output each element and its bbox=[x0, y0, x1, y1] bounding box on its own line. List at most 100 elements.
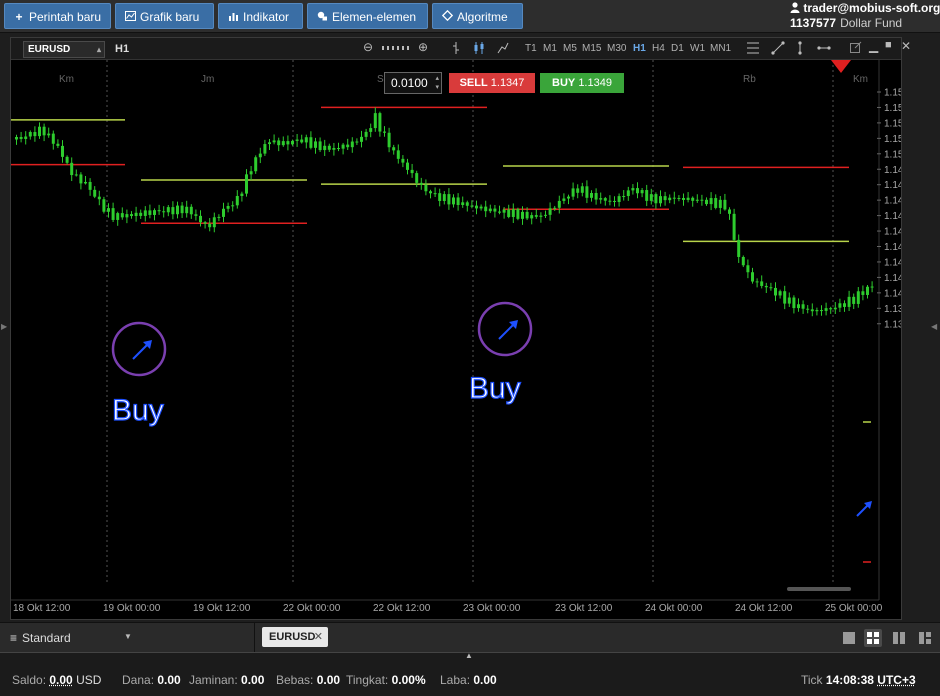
price-tick-label: 1.1536 bbox=[884, 103, 901, 114]
candle-body bbox=[42, 126, 46, 136]
candle-body bbox=[396, 150, 400, 159]
candle-body bbox=[24, 136, 28, 139]
lot-spinner-icon[interactable]: ▴ ▾ bbox=[435, 74, 439, 92]
price-tick-label: 1.1447 bbox=[884, 227, 901, 238]
tf-h1[interactable]: H1 bbox=[633, 43, 646, 54]
workspace-selector[interactable]: Standard bbox=[22, 631, 71, 645]
layout-columns-icon[interactable] bbox=[890, 629, 908, 647]
account-info[interactable]: trader@mobius-soft.org 1137577 Dollar Fun… bbox=[790, 1, 940, 32]
algorithm-button[interactable]: Algoritme bbox=[432, 3, 523, 29]
layout-single-icon[interactable] bbox=[840, 629, 858, 647]
candle-body bbox=[548, 208, 552, 215]
server-time: 14:08:38 bbox=[825, 673, 874, 687]
day-label: S bbox=[377, 74, 384, 85]
candle-body bbox=[309, 137, 313, 148]
account-user: trader@mobius-soft.org bbox=[803, 1, 940, 15]
tf-m15[interactable]: M15 bbox=[582, 43, 601, 54]
chart-window: EURUSD ▴▾ H1 ⊖ ⊕ T1 M1 M5 M15 M30 H1 bbox=[10, 37, 915, 620]
new-order-button[interactable]: + Perintah baru bbox=[4, 3, 111, 29]
candle-body bbox=[442, 194, 446, 202]
tf-m5[interactable]: M5 bbox=[563, 43, 577, 54]
candle-body bbox=[484, 206, 488, 212]
candle-body bbox=[212, 217, 216, 228]
elements-button[interactable]: Elemen-elemen bbox=[307, 3, 428, 29]
price-tick-label: 1.1470 bbox=[884, 196, 901, 207]
chevron-down-icon[interactable]: ▼ bbox=[124, 632, 132, 641]
candle-body bbox=[810, 309, 814, 312]
candle-body bbox=[410, 169, 414, 174]
fibonacci-icon[interactable] bbox=[746, 41, 760, 58]
horizontal-line-icon[interactable] bbox=[817, 41, 831, 58]
sell-button[interactable]: SELL 1.1347 bbox=[449, 73, 535, 93]
close-icon[interactable]: ✕ bbox=[901, 39, 911, 53]
timezone[interactable]: UTC+3 bbox=[877, 673, 915, 687]
candle-body bbox=[728, 209, 731, 214]
trendline-icon[interactable] bbox=[771, 41, 785, 58]
maximize-icon[interactable]: ■ bbox=[885, 39, 892, 51]
minimize-icon[interactable]: ▁ bbox=[869, 39, 878, 53]
candle-body bbox=[571, 188, 575, 197]
price-tick-label: 1.1425 bbox=[884, 257, 901, 268]
lot-size-value: 0.0100 bbox=[391, 76, 428, 90]
lot-size-input[interactable]: 0.0100 ▴ ▾ bbox=[384, 72, 442, 94]
status-jaminan: Jaminan: 0.00 bbox=[189, 673, 264, 687]
left-panel-toggle-icon[interactable]: ▶ bbox=[1, 322, 7, 331]
candle-body bbox=[364, 131, 368, 137]
diamond-icon bbox=[441, 4, 453, 30]
tf-h4[interactable]: H4 bbox=[652, 43, 665, 54]
price-chart[interactable]: Km Jm S Rb Km 1.1547 1.1536 1.1525 1.1514 1.1503 1… bbox=[11, 60, 915, 619]
indicator-button[interactable]: Indikator bbox=[218, 3, 303, 29]
candle-body bbox=[525, 211, 529, 219]
account-number: 1137577 bbox=[790, 16, 837, 30]
candle-body bbox=[176, 205, 179, 215]
price-tick-label: 1.1503 bbox=[884, 149, 901, 160]
zoom-in-icon[interactable]: ⊕ bbox=[418, 40, 428, 54]
chart-canvas[interactable]: Km Jm S Rb Km 1.1547 1.1536 1.1525 1.1514 1.1503 1… bbox=[11, 60, 915, 619]
candle-body bbox=[125, 214, 129, 218]
candle-body bbox=[594, 193, 598, 200]
candle-body bbox=[861, 291, 865, 295]
candle-body bbox=[61, 145, 64, 157]
candle-body bbox=[378, 113, 382, 132]
buy-button[interactable]: BUY 1.1349 bbox=[540, 73, 624, 93]
saldo-value[interactable]: 0.00 bbox=[49, 673, 72, 687]
symbol-value: EURUSD bbox=[28, 44, 71, 55]
candle-body bbox=[341, 144, 345, 149]
symbol-selector[interactable]: EURUSD ▴▾ bbox=[23, 41, 105, 69]
tf-t1[interactable]: T1 bbox=[525, 43, 537, 54]
vertical-line-icon[interactable] bbox=[795, 41, 805, 58]
tf-w1[interactable]: W1 bbox=[690, 43, 705, 54]
bar-chart-icon[interactable] bbox=[451, 41, 461, 58]
tf-mn1[interactable]: MN1 bbox=[710, 43, 731, 54]
new-chart-button[interactable]: Grafik baru bbox=[115, 3, 214, 29]
candle-body bbox=[797, 304, 800, 309]
candle-body bbox=[318, 141, 322, 151]
tf-d1[interactable]: D1 bbox=[671, 43, 684, 54]
candle-body bbox=[700, 199, 704, 201]
zoom-out-icon[interactable]: ⊖ bbox=[363, 40, 373, 54]
jaminan-value: 0.00 bbox=[241, 673, 265, 687]
candle-body bbox=[143, 210, 147, 216]
divider bbox=[254, 623, 255, 653]
time-tick-label: 23 Okt 12:00 bbox=[555, 603, 613, 614]
expand-panel-icon[interactable]: ▲ bbox=[465, 651, 473, 660]
layout-split-icon[interactable] bbox=[916, 629, 934, 647]
zoom-slider[interactable] bbox=[381, 42, 415, 56]
bebas-value: 0.00 bbox=[316, 673, 341, 687]
layout-grid-icon[interactable] bbox=[864, 629, 882, 647]
line-chart-icon[interactable] bbox=[497, 41, 509, 58]
tf-m1[interactable]: M1 bbox=[543, 43, 557, 54]
tab-eurusd[interactable]: EURUSD ✕ bbox=[262, 627, 328, 647]
tick-label: Tick bbox=[801, 673, 823, 687]
candle-chart-icon[interactable] bbox=[473, 41, 485, 58]
price-tick-label: 1.1514 bbox=[884, 134, 901, 145]
chart-icon bbox=[124, 4, 136, 30]
tab-close-icon[interactable]: ✕ bbox=[314, 627, 323, 647]
account-name: Dollar Fund bbox=[840, 16, 903, 30]
right-panel-toggle-icon[interactable]: ◀ bbox=[931, 322, 937, 331]
candle-body bbox=[148, 210, 152, 215]
popout-icon[interactable] bbox=[850, 41, 862, 56]
candle-body bbox=[553, 207, 557, 209]
tf-m30[interactable]: M30 bbox=[607, 43, 626, 54]
price-tick-label: 1.1492 bbox=[884, 165, 901, 176]
